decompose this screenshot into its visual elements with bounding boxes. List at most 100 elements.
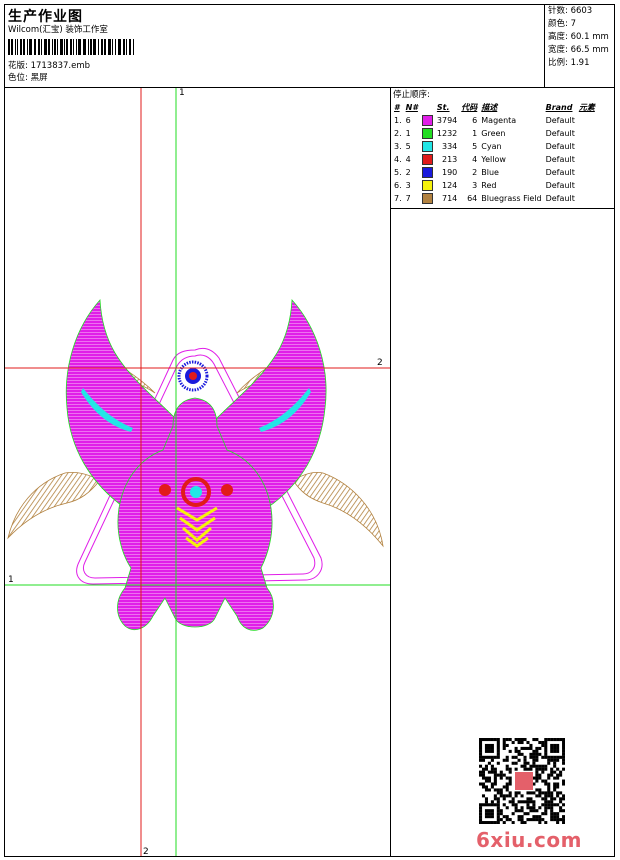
row-stitches: 714 <box>441 194 458 203</box>
col-description: 描述 <box>481 103 498 112</box>
row-code: 5 <box>472 142 478 151</box>
row-needle: 6 <box>405 116 411 125</box>
row-brand: Default <box>545 181 575 190</box>
table-row: 4. 4 213 4 Yellow Default <box>392 153 597 166</box>
qr-code <box>479 738 565 824</box>
row-element <box>577 127 597 140</box>
row-brand: Default <box>545 168 575 177</box>
row-stitches: 3794 <box>436 116 458 125</box>
stop-sequence-heading: 停止顺序: <box>393 90 430 100</box>
row-element <box>577 114 597 127</box>
row-brand: Default <box>545 155 575 164</box>
row-index: 1. <box>394 116 402 125</box>
row-swatch <box>420 179 435 192</box>
row-needle: 5 <box>405 142 411 151</box>
row-index: 5. <box>394 168 402 177</box>
row-description: Bluegrass Field <box>481 194 542 203</box>
stats-panel: 针数: 6603 颜色: 7 高度: 60.1 mm 宽度: 66.5 mm 比… <box>548 6 609 71</box>
embroidery-design <box>5 88 390 856</box>
table-row: 7. 7 714 64 Bluegrass Field Default <box>392 192 597 205</box>
row-element <box>577 192 597 205</box>
row-swatch <box>420 114 435 127</box>
col-index: # <box>394 103 400 112</box>
row-index: 4. <box>394 155 402 164</box>
color-swatch <box>421 128 433 139</box>
table-row: 3. 5 334 5 Cyan Default <box>392 140 597 153</box>
row-code: 4 <box>472 155 478 164</box>
row-element <box>577 140 597 153</box>
row-brand: Default <box>545 116 575 125</box>
row-swatch <box>420 140 435 153</box>
guide-label-green-left: 1 <box>8 575 14 585</box>
col-element: 元素 <box>578 103 595 112</box>
guide-label-red-right: 2 <box>377 358 383 368</box>
stat-scale: 比例: 1.91 <box>548 58 590 68</box>
row-element <box>577 153 597 166</box>
table-row: 2. 1 1232 1 Green Default <box>392 127 597 140</box>
table-row: 5. 2 190 2 Blue Default <box>392 166 597 179</box>
color-swatch <box>421 115 433 126</box>
row-description: Blue <box>481 168 499 177</box>
company-name: Wilcom(汇宝) 装饰工作室 <box>8 25 108 35</box>
row-code: 6 <box>472 116 478 125</box>
row-swatch <box>420 166 435 179</box>
stat-colors: 颜色: 7 <box>548 19 576 29</box>
row-brand: Default <box>545 194 575 203</box>
guide-label-red-bottom: 2 <box>143 847 149 857</box>
row-stitches: 1232 <box>436 129 458 138</box>
row-stitches: 334 <box>441 142 458 151</box>
stop-sequence-table: # N# St. 代码 描述 Brand 元素 1. 6 3794 6 Magenta D… <box>392 101 597 205</box>
row-description: Red <box>481 181 497 190</box>
page-title: 生产作业图 <box>8 9 83 25</box>
color-swatch <box>421 193 433 204</box>
row-swatch <box>420 153 435 166</box>
row-brand: Default <box>545 142 575 151</box>
row-index: 7. <box>394 194 402 203</box>
row-needle: 3 <box>405 181 411 190</box>
row-swatch <box>420 192 435 205</box>
row-code: 2 <box>472 168 478 177</box>
row-index: 2. <box>394 129 402 138</box>
row-needle: 2 <box>405 168 411 177</box>
row-needle: 1 <box>405 129 411 138</box>
col-code: 代码 <box>461 103 478 112</box>
table-bottom-divider <box>390 208 615 209</box>
col-needle: N# <box>405 103 418 112</box>
row-element <box>577 179 597 192</box>
color-scheme: 色位: 黑屏 <box>8 73 48 83</box>
watermark-logo: 6xiu.com <box>476 828 582 852</box>
table-row: 1. 6 3794 6 Magenta Default <box>392 114 597 127</box>
row-needle: 7 <box>405 194 411 203</box>
row-brand: Default <box>545 129 575 138</box>
row-description: Yellow <box>481 155 506 164</box>
design-file: 花版: 1713837.emb <box>8 61 91 71</box>
stat-height: 高度: 60.1 mm <box>548 32 609 42</box>
row-description: Cyan <box>481 142 502 151</box>
blue-burst <box>177 360 209 392</box>
col-stitches: St. <box>436 103 450 112</box>
row-index: 3. <box>394 142 402 151</box>
stat-stitches: 针数: 6603 <box>548 6 593 16</box>
row-swatch <box>420 127 435 140</box>
row-code: 64 <box>467 194 478 203</box>
row-element <box>577 166 597 179</box>
color-swatch <box>421 167 433 178</box>
col-brand: Brand <box>545 103 573 112</box>
table-header-row: # N# St. 代码 描述 Brand 元素 <box>392 101 597 114</box>
row-stitches: 124 <box>441 181 458 190</box>
row-description: Green <box>481 129 506 138</box>
row-code: 1 <box>472 129 478 138</box>
color-swatch <box>421 154 433 165</box>
row-code: 3 <box>472 181 478 190</box>
stat-width: 宽度: 66.5 mm <box>548 45 609 55</box>
barcode <box>8 39 134 55</box>
row-stitches: 190 <box>441 168 458 177</box>
sheet-divider <box>390 87 391 857</box>
color-swatch <box>421 141 433 152</box>
row-stitches: 213 <box>441 155 458 164</box>
table-row: 6. 3 124 3 Red Default <box>392 179 597 192</box>
row-needle: 4 <box>405 155 411 164</box>
stats-divider <box>544 4 545 87</box>
row-description: Magenta <box>481 116 517 125</box>
guide-label-green-top: 1 <box>179 88 185 98</box>
